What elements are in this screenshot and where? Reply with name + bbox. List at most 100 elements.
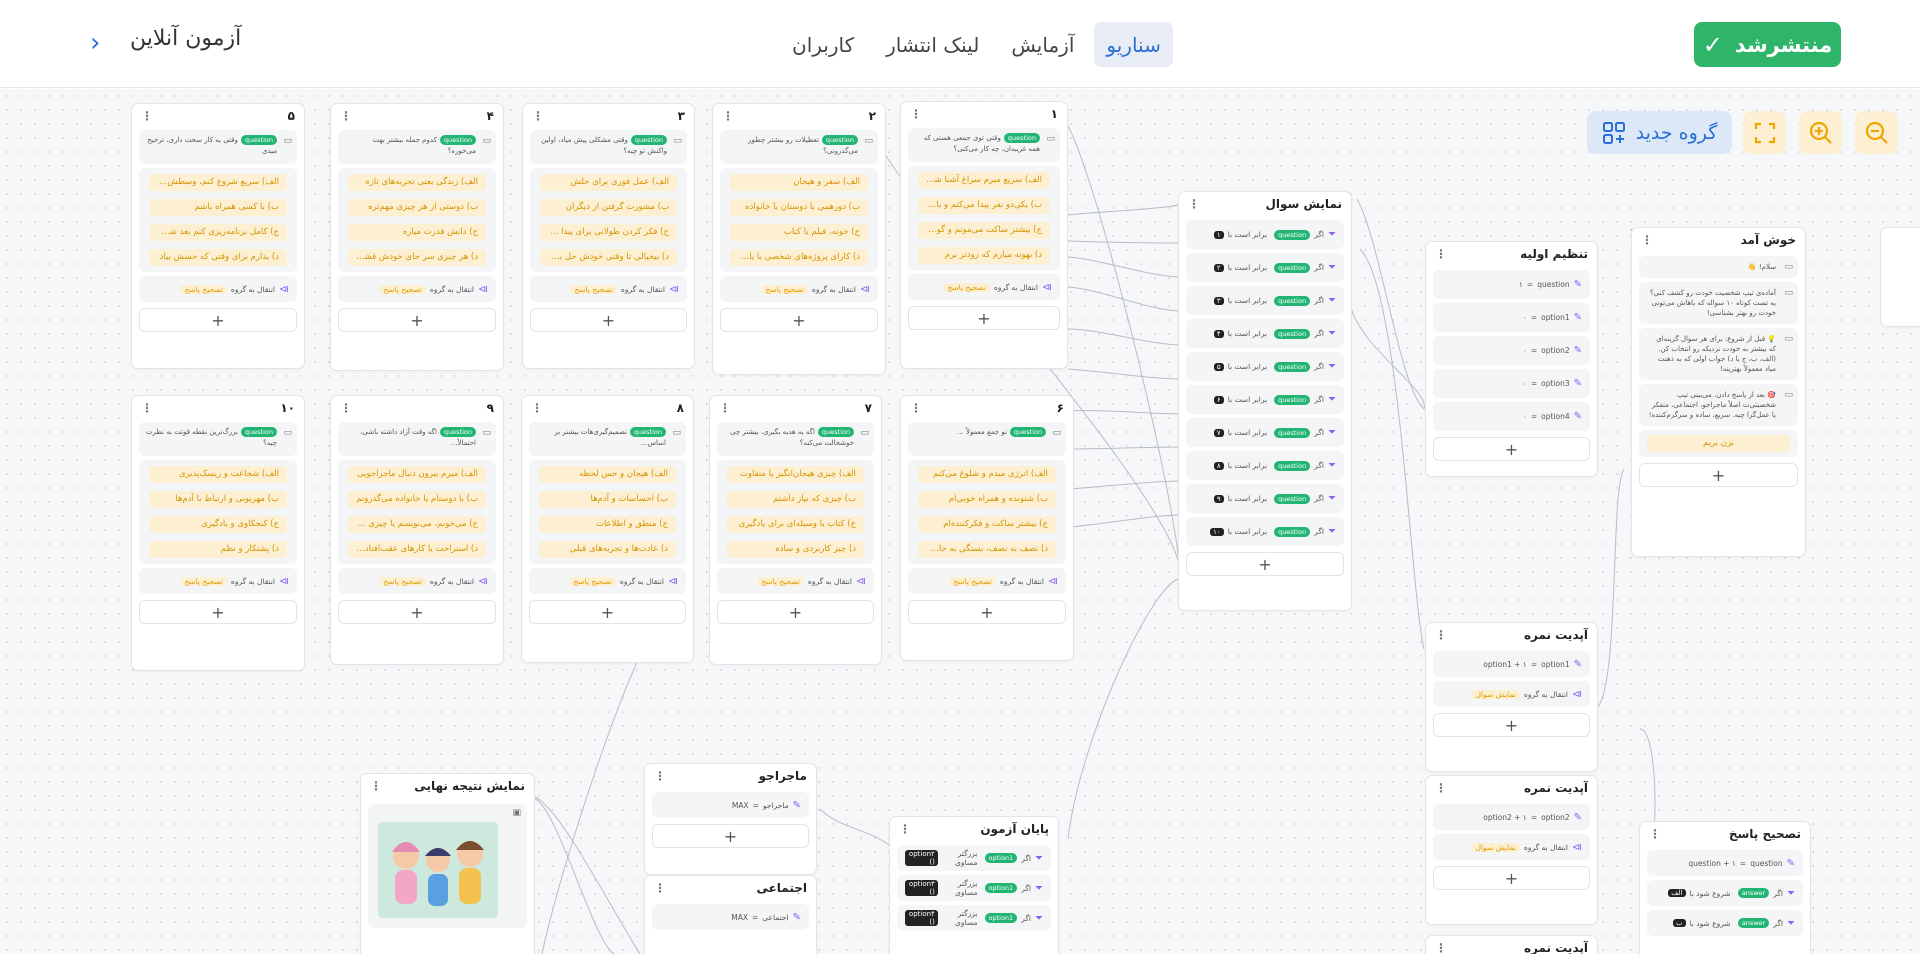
more-icon[interactable]: ⋮: [910, 401, 922, 415]
more-icon[interactable]: ⋮: [531, 401, 543, 415]
option-item[interactable]: ج) بیشتر ساکت می‌مونم و گوش م...: [918, 222, 1050, 239]
option-item[interactable]: ب) با دوستام یا خانواده می‌گذرونم: [348, 491, 486, 508]
set-variable-row[interactable]: ✎ option1 = option1 + ۱: [1433, 651, 1590, 677]
option-item[interactable]: ب) دوستی از هر چیزی مهم‌تره: [348, 199, 486, 216]
option-item[interactable]: د) بذارم برای وقتی که حسش بیاد: [149, 249, 287, 266]
more-icon[interactable]: ⋮: [1641, 233, 1653, 247]
more-icon[interactable]: ⋮: [722, 109, 734, 123]
jump-row[interactable]: ⧐ انتقال به گروه تصحیح پاسخ: [529, 568, 686, 594]
add-button[interactable]: +: [1433, 713, 1590, 737]
jump-row[interactable]: ⧐ انتقال به گروه تصحیح پاسخ: [908, 568, 1066, 594]
option-item[interactable]: الف) سریع میرم سراغ آشنا شدن ...: [918, 172, 1050, 189]
more-icon[interactable]: ⋮: [340, 401, 352, 415]
option-item[interactable]: د) کارای پروژه‌های شخصی یا یادگ...: [730, 249, 868, 266]
more-icon[interactable]: ⋮: [1435, 247, 1447, 261]
more-icon[interactable]: ⋮: [141, 401, 153, 415]
condition-row[interactable]: ⏷ اگر question برابر است با ۲: [1186, 253, 1344, 282]
question-text-block[interactable]: ▭ questionتو جمع معمولاً ...: [908, 422, 1066, 456]
more-icon[interactable]: ⋮: [654, 881, 666, 895]
zoom-in-button[interactable]: [1799, 111, 1842, 154]
tab-users[interactable]: کاربران: [780, 22, 866, 67]
jump-row[interactable]: ⧐ انتقال به گروه نمایش سوال: [1433, 681, 1590, 707]
jump-row[interactable]: ⧐ انتقال به گروه تصحیح پاسخ: [139, 276, 297, 302]
image-block[interactable]: ▣: [368, 804, 527, 928]
condition-row[interactable]: ⏷ اگر question برابر است با ۷: [1186, 418, 1344, 447]
option-item[interactable]: ب) مهربونی و ارتباط با آدم‌ها: [149, 491, 287, 508]
condition-row[interactable]: ⏷ اگر answer شروع شود با ب: [1647, 910, 1803, 936]
partial-node[interactable]: [1880, 227, 1920, 327]
option-item[interactable]: ج) دانش قدرت میاره: [348, 224, 486, 241]
option-item[interactable]: ب) احساسات و آدم‌ها: [539, 491, 676, 508]
condition-row[interactable]: ⏷ اگر question برابر است با ۵: [1186, 352, 1344, 381]
jump-row[interactable]: ⧐ انتقال به گروه تصحیح پاسخ: [720, 276, 878, 302]
question-text-block[interactable]: ▭ questionتصمیم‌گیری‌هات بیشتر بر اساس...: [529, 422, 686, 456]
jump-row[interactable]: ⧐ انتقال به گروه تصحیح پاسخ: [338, 568, 496, 594]
more-icon[interactable]: ⋮: [719, 401, 731, 415]
set-variable-row[interactable]: ✎ option2 = ۰: [1433, 336, 1590, 365]
more-icon[interactable]: ⋮: [340, 109, 352, 123]
set-variable-row[interactable]: ✎ اجتماعی = MAX: [652, 904, 809, 930]
option-item[interactable]: ب) دورهمی با دوستان یا خانواده: [730, 199, 868, 216]
option-item[interactable]: د) بیخیالی تا وقتی خودش حل بشه: [540, 249, 677, 266]
option-item[interactable]: الف) سفر و هیجان: [730, 174, 868, 191]
jump-row[interactable]: ⧐ انتقال به گروه تصحیح پاسخ: [530, 276, 687, 302]
more-icon[interactable]: ⋮: [1435, 941, 1447, 954]
more-icon[interactable]: ⋮: [654, 769, 666, 783]
add-button[interactable]: +: [338, 308, 496, 332]
add-button[interactable]: +: [1186, 552, 1344, 576]
option-item[interactable]: د) استراحت یا کارهای عقب‌افتاده ...: [348, 541, 486, 558]
question-text-block[interactable]: ▭ questionکدوم جمله بیشتر بهت می‌خوره؟: [338, 130, 496, 164]
start-choice[interactable]: بزن بریم: [1647, 435, 1790, 452]
more-icon[interactable]: ⋮: [1188, 197, 1200, 211]
question-node[interactable]: ۱ ⋮ ▭ questionوقتی توی جمعی هستی که همه غر…: [900, 101, 1068, 369]
condition-row[interactable]: ⏷ اگر question برابر است با ۱: [1186, 220, 1344, 249]
option-item[interactable]: الف) شجاعت و ریسک‌پذیری: [149, 466, 287, 483]
add-button[interactable]: +: [652, 824, 809, 848]
option-item[interactable]: ج) خونه، فیلم یا کتاب: [730, 224, 868, 241]
set-variable-row[interactable]: ✎ option3 = ۰: [1433, 369, 1590, 398]
more-icon[interactable]: ⋮: [532, 109, 544, 123]
condition-row[interactable]: ⏷ اگر option1 بزرگتر مساوی option۴ (): [897, 905, 1051, 931]
jump-row[interactable]: ⧐ انتقال به گروه تصحیح پاسخ: [908, 274, 1060, 300]
jump-row[interactable]: ⧐ انتقال به گروه تصحیح پاسخ: [139, 568, 297, 594]
flow-canvas[interactable]: گروه جدید ۱ ⋮ ▭ questionوقتی توی جمعی هستی…: [0, 89, 1920, 954]
question-text-block[interactable]: ▭ questionوقتی مشکلی پیش میاد، اولین واکن…: [530, 130, 687, 164]
question-node[interactable]: ۱۰ ⋮ ▭ questionبزرگ‌ترین نقطه قوتت به نظرت…: [131, 395, 305, 671]
adventurer-node[interactable]: ماجراجو ⋮ ✎ ماجراجو = MAX +: [644, 763, 817, 875]
jump-row[interactable]: ⧐ انتقال به گروه نمایش سوال: [1433, 834, 1590, 860]
more-icon[interactable]: ⋮: [1435, 628, 1447, 642]
more-icon[interactable]: ⋮: [910, 107, 922, 121]
option-item[interactable]: د) بهونه میارم که زودتر برم: [918, 247, 1050, 264]
jump-row[interactable]: ⧐ انتقال به گروه تصحیح پاسخ: [338, 276, 496, 302]
chevron-left-icon[interactable]: ‹: [90, 28, 100, 58]
option-item[interactable]: الف) انرژی میدم و شلوغ می‌کنم: [918, 466, 1056, 483]
option-item[interactable]: ج) منطق و اطلاعات: [539, 516, 676, 533]
condition-row[interactable]: ⏷ اگر question برابر است با ۶: [1186, 385, 1344, 414]
question-node[interactable]: ۶ ⋮ ▭ questionتو جمع معمولاً ... الف) انرژ…: [900, 395, 1074, 661]
option-item[interactable]: الف) چیزی هیجان‌انگیز یا متفاوت: [727, 466, 864, 483]
answer-check-node[interactable]: تصحیح پاسخ ⋮ ✎ question = question + ۱ ⏷ اگر a…: [1639, 821, 1811, 954]
zoom-out-button[interactable]: [1855, 111, 1898, 154]
question-text-block[interactable]: ▭ questionوقتی یه کار سخت داری، ترجیح مید…: [139, 130, 297, 164]
add-button[interactable]: +: [1433, 866, 1590, 890]
more-icon[interactable]: ⋮: [1435, 781, 1447, 795]
add-button[interactable]: +: [530, 308, 687, 332]
question-node[interactable]: ۳ ⋮ ▭ questionوقتی مشکلی پیش میاد، اولین و…: [522, 103, 695, 369]
condition-row[interactable]: ⏷ اگر question برابر است با ۴: [1186, 319, 1344, 348]
question-node[interactable]: ۷ ⋮ ▭ questionاگه یه هدیه بگیری، بیشتر چی …: [709, 395, 882, 665]
jump-row[interactable]: ⧐ انتقال به گروه تصحیح پاسخ: [717, 568, 874, 594]
add-button[interactable]: +: [139, 308, 297, 332]
more-icon[interactable]: ⋮: [899, 822, 911, 836]
welcome-node[interactable]: خوش آمد ⋮ ▭ سلام! 👋 ▭ آماده‌ی تیپ شخصیت خود…: [1631, 227, 1806, 557]
question-node[interactable]: ۲ ⋮ ▭ questionتعطیلات رو بیشتر چطور می‌گذر…: [712, 103, 886, 375]
option-item[interactable]: د) نصف به نصف، بستگی به جاش ...: [918, 541, 1056, 558]
option-item[interactable]: الف) زندگی یعنی تجربه‌های تازه: [348, 174, 486, 191]
question-text-block[interactable]: ▭ questionبزرگ‌ترین نقطه قوتت به نظرت چیه…: [139, 422, 297, 456]
initial-setup-node[interactable]: تنظیم اولیه ⋮ ✎ question = ۱ ✎ option1 = ۰ ✎ optio…: [1425, 241, 1598, 477]
condition-row[interactable]: ⏷ اگر answer شروع شود با الف: [1647, 880, 1803, 906]
question-text-block[interactable]: ▭ questionاگه وقت آزاد داشته باشی، احتمال…: [338, 422, 496, 456]
option-item[interactable]: د) هر چیزی سر جای خودش قشنگه: [348, 249, 486, 266]
option-item[interactable]: الف) سریع شروع کنم، وسطش را...: [149, 174, 287, 191]
social-node[interactable]: اجتماعی ⋮ ✎ اجتماعی = MAX: [644, 875, 817, 954]
question-node[interactable]: ۵ ⋮ ▭ questionوقتی یه کار سخت داری، ترجیح …: [131, 103, 305, 369]
